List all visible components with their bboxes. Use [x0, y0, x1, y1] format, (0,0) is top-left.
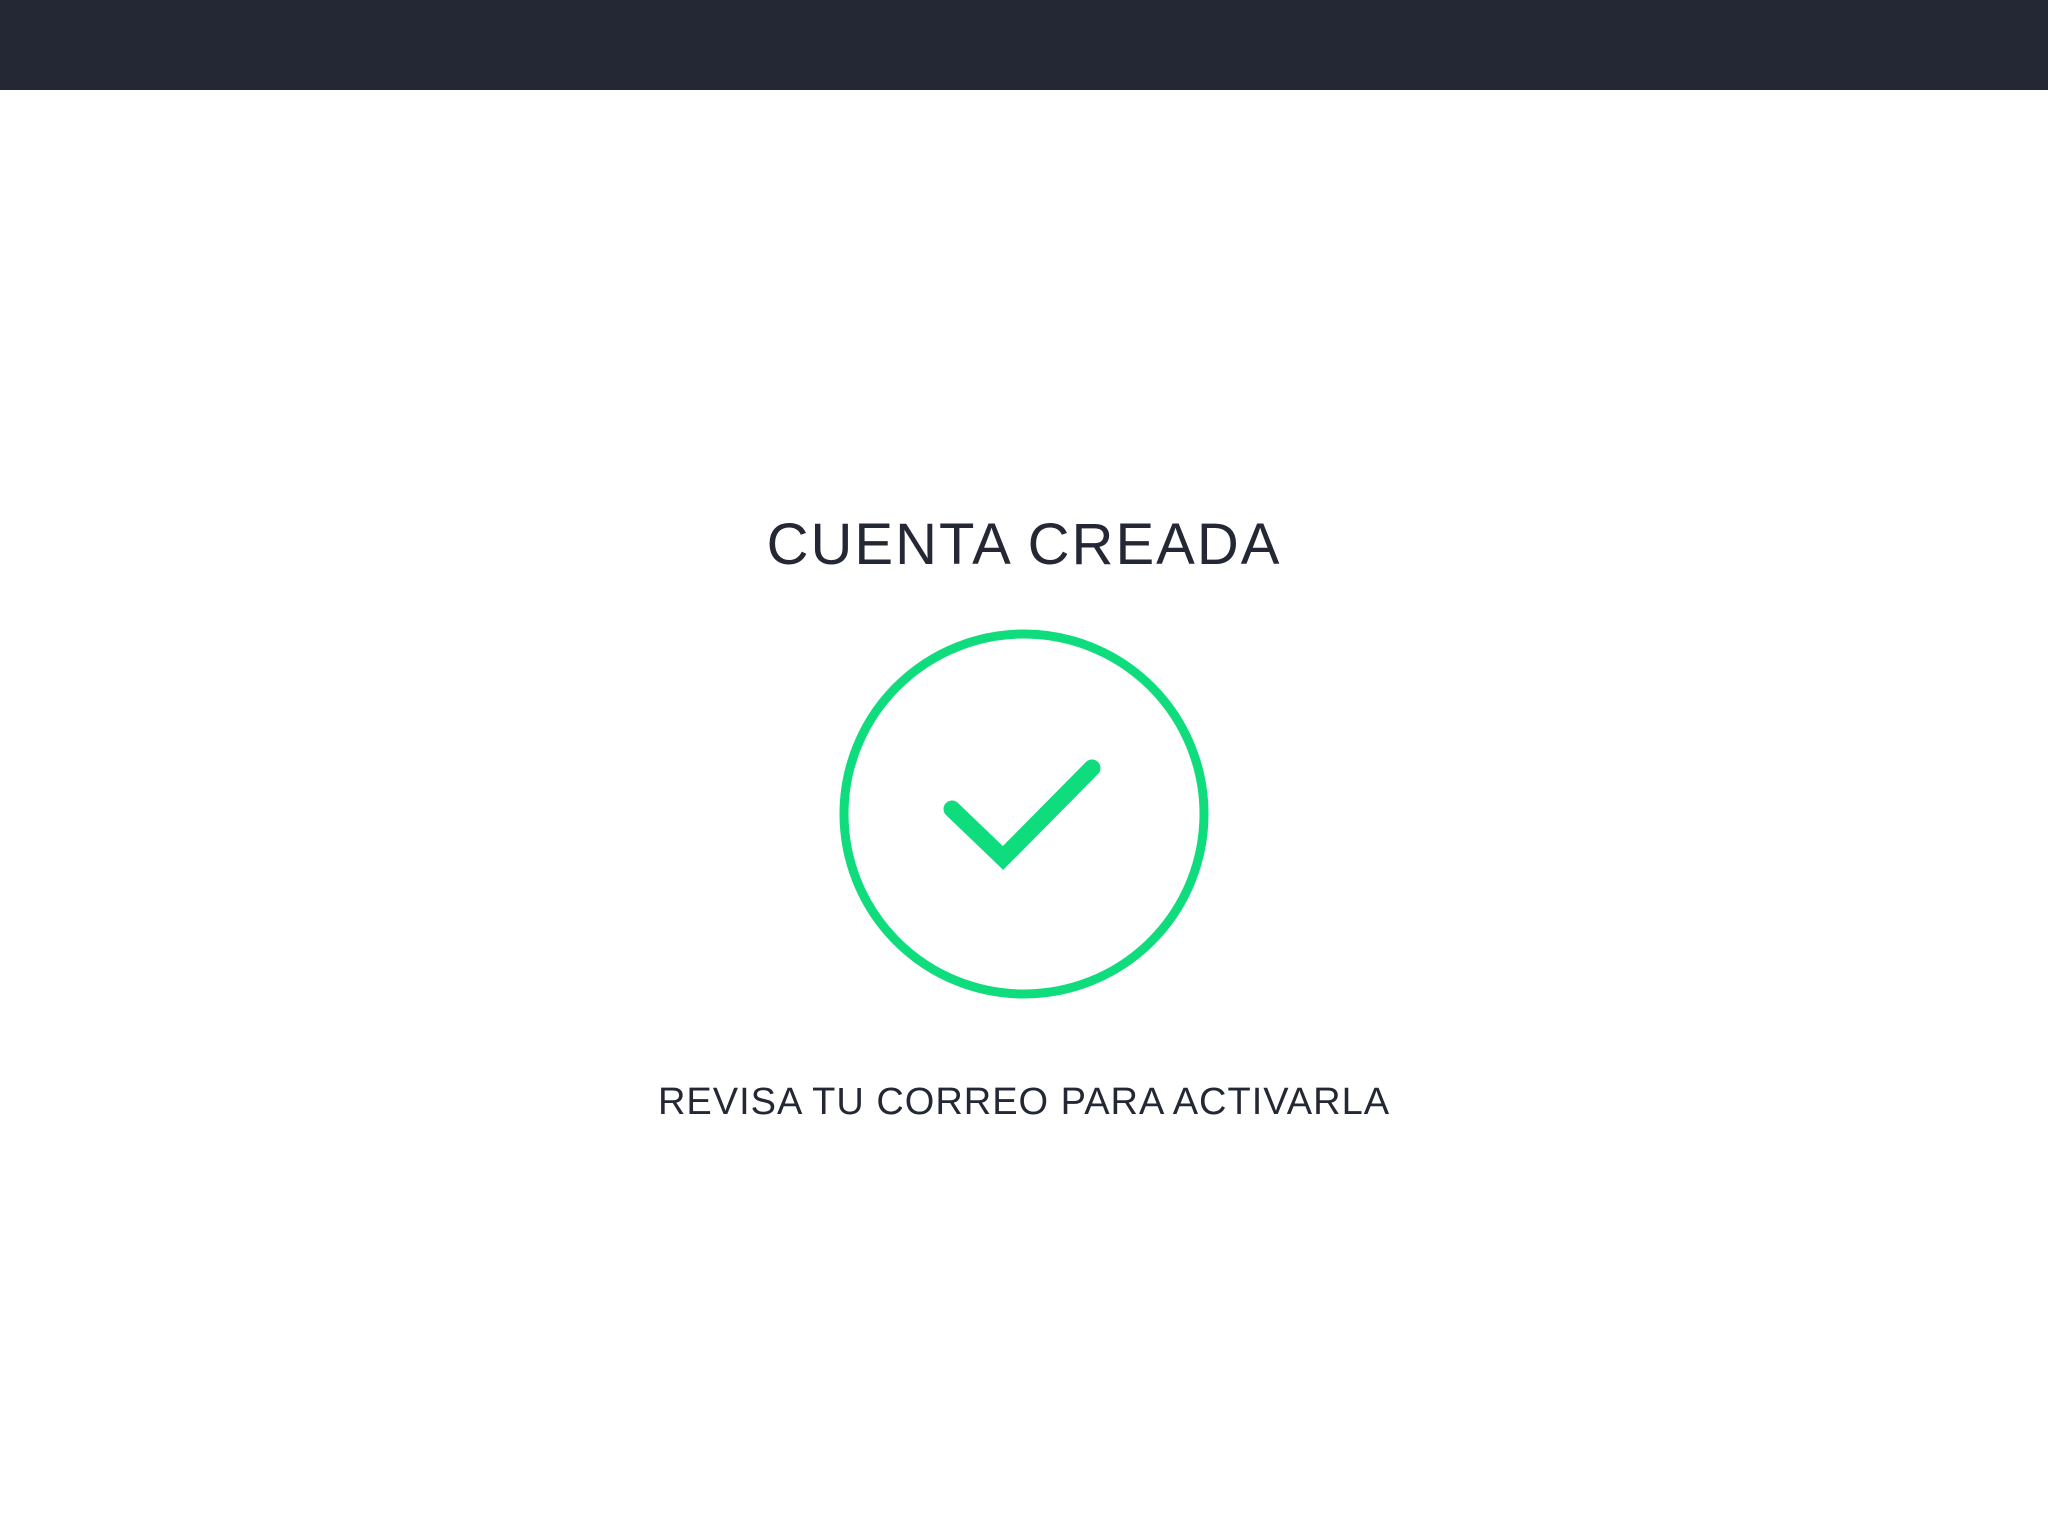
- success-circle: [839, 629, 1209, 999]
- top-bar: [0, 0, 2048, 90]
- check-circle-icon: [838, 628, 1210, 1000]
- page-title: CUENTA CREADA: [766, 512, 1282, 577]
- checkmark-icon: [943, 759, 1101, 870]
- activation-message: REVISA TU CORREO PARA ACTIVARLA: [657, 1081, 1391, 1123]
- confirmation-panel: CUENTA CREADA REVISA TU CORREO PARA ACTI…: [0, 90, 2048, 1536]
